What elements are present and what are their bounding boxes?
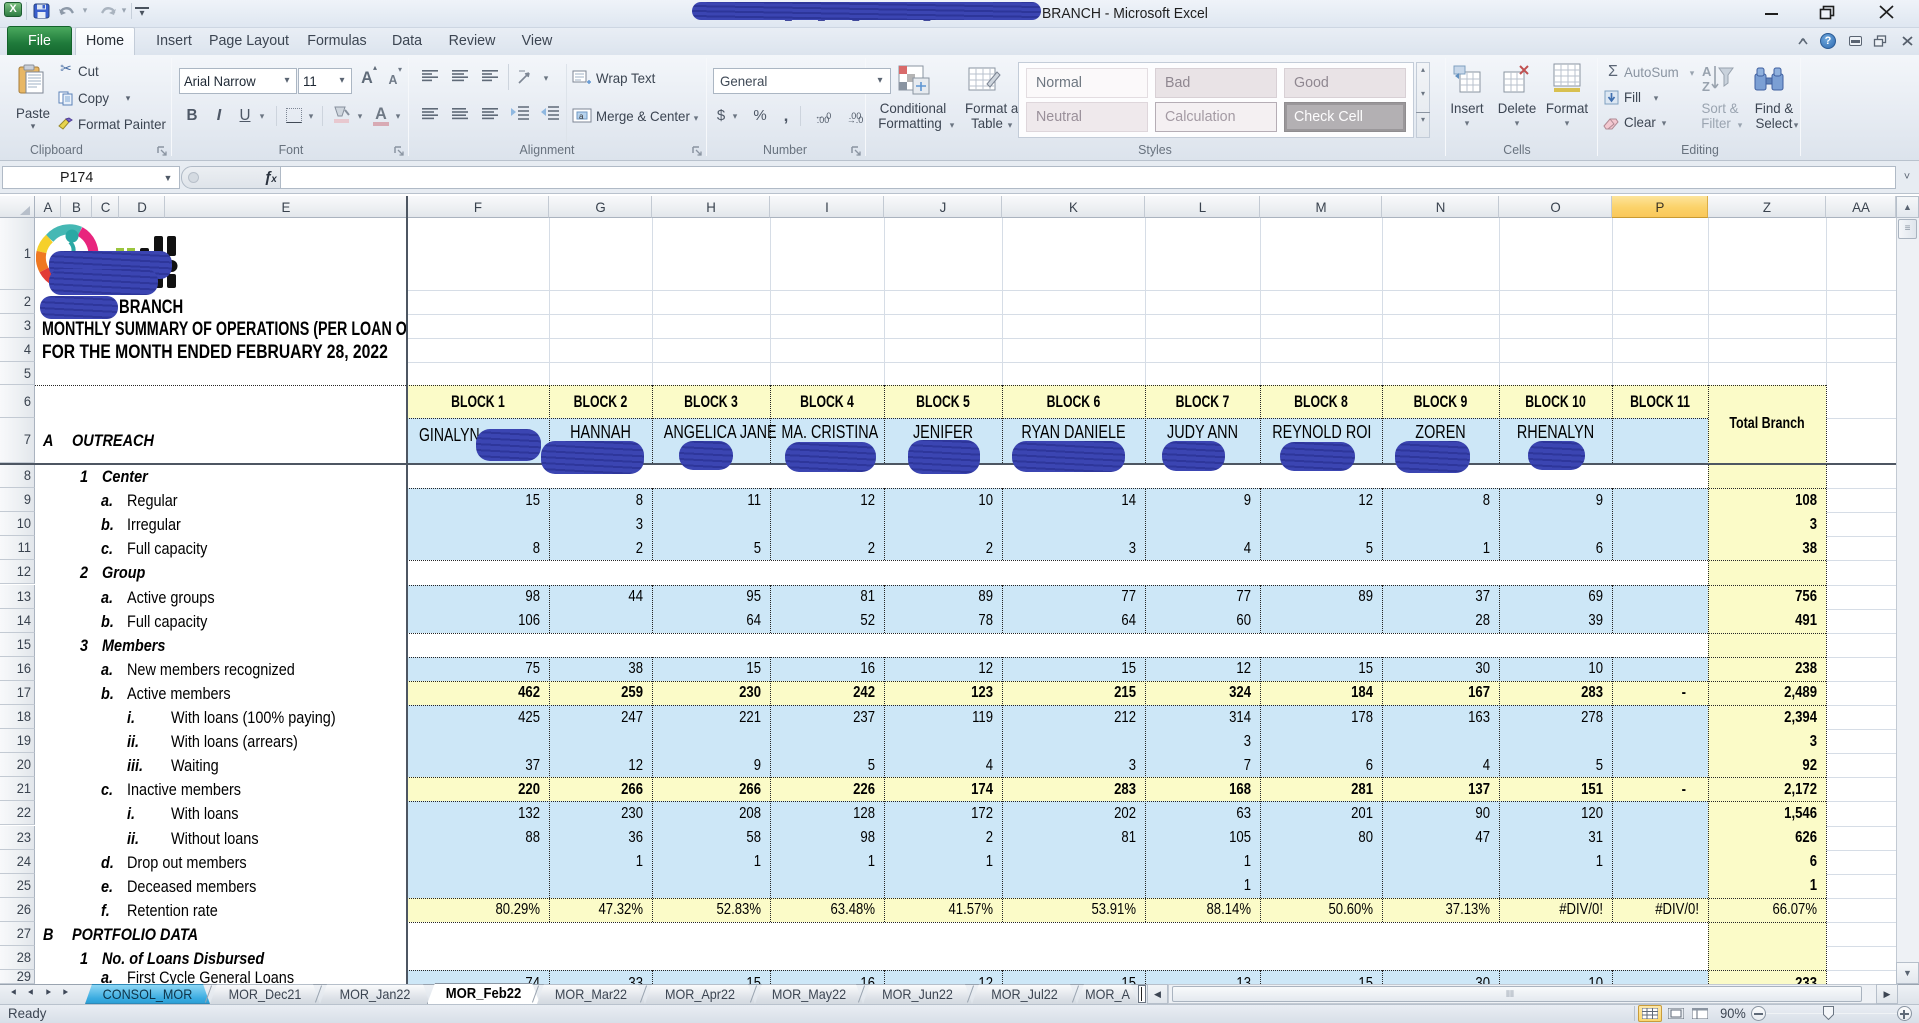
svg-text:Z: Z (1702, 79, 1710, 94)
svg-text:A: A (1702, 64, 1712, 79)
svg-text:a: a (579, 112, 584, 121)
